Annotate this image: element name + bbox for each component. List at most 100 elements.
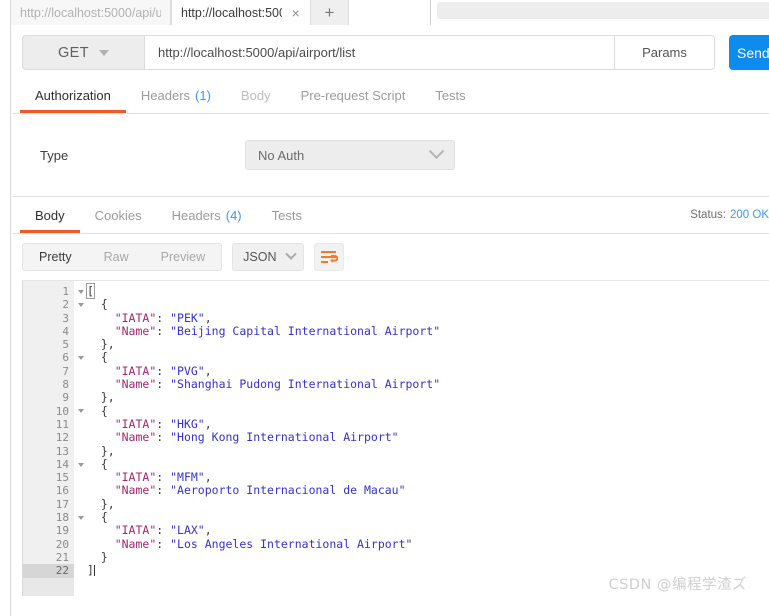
editor-line-number: 16 bbox=[55, 484, 69, 498]
url-value: http://localhost:5000/api/airport/list bbox=[158, 45, 356, 60]
editor-code-line: { bbox=[87, 510, 108, 525]
auth-type-label: Type bbox=[40, 147, 69, 163]
status-label: Status: bbox=[690, 209, 726, 221]
postman-window: http://localhost:5000/api/us http://loca… bbox=[0, 0, 769, 616]
response-format-value: JSON bbox=[243, 250, 277, 264]
fold-arrow-icon[interactable] bbox=[78, 515, 84, 520]
fold-arrow-icon[interactable] bbox=[78, 409, 84, 414]
editor-code-line: "Name": "Hong Kong International Airport… bbox=[114, 430, 399, 445]
tabstrip-spacer bbox=[349, 0, 431, 25]
editor-code-line: "Name": "Shanghai Pudong International A… bbox=[114, 377, 441, 392]
editor-line-number: 9 bbox=[62, 391, 69, 405]
params-button[interactable]: Params bbox=[615, 35, 715, 70]
editor-line-number: 4 bbox=[62, 324, 69, 338]
request-tab-strip: http://localhost:5000/api/us http://loca… bbox=[0, 0, 769, 25]
right-panel-chip bbox=[437, 2, 769, 19]
response-body-editor[interactable]: 1 2 3 4 5 6 7 8 9 10 11 12 13 14 15 16 17 18 19 20 21 22 [ { … bbox=[22, 280, 769, 596]
plus-icon: + bbox=[324, 3, 335, 22]
response-tab-cookies[interactable]: Cookies bbox=[80, 200, 157, 233]
request-tab-active[interactable]: http://localhost:5000/ × bbox=[171, 0, 311, 25]
http-method-label: GET bbox=[57, 44, 89, 61]
response-viewer-toolbar: Pretty Raw Preview JSON bbox=[12, 234, 769, 280]
response-tab-headers[interactable]: Headers (4) bbox=[157, 200, 257, 233]
editor-code-line: { bbox=[87, 456, 108, 471]
editor-code-line: { bbox=[87, 350, 108, 365]
editor-line-number: 11 bbox=[55, 417, 69, 431]
tab-pre-request-script[interactable]: Pre-request Script bbox=[286, 80, 421, 113]
editor-code-line: "IATA": "HKG", bbox=[114, 416, 212, 431]
chevron-down-icon bbox=[285, 248, 297, 260]
word-wrap-button[interactable] bbox=[314, 243, 345, 271]
editor-line-number: 3 bbox=[62, 311, 69, 325]
auth-type-select[interactable]: No Auth bbox=[245, 140, 455, 170]
editor-code-line: }, bbox=[87, 337, 115, 352]
response-format-select[interactable]: JSON bbox=[232, 243, 305, 271]
editor-line-number: 19 bbox=[55, 524, 69, 538]
tab-label: Tests bbox=[435, 87, 466, 103]
tabstrip-right-panel bbox=[431, 0, 769, 25]
fold-arrow-icon[interactable] bbox=[78, 289, 84, 294]
editor-code-line: "Name": "Los Angeles International Airpo… bbox=[114, 536, 413, 551]
editor-code-line: }, bbox=[87, 390, 115, 405]
editor-line-number: 8 bbox=[62, 378, 69, 392]
editor-code-line: } bbox=[87, 549, 108, 564]
view-mode-label: Pretty bbox=[39, 250, 72, 264]
tab-body[interactable]: Body bbox=[226, 80, 286, 113]
url-input[interactable]: http://localhost:5000/api/airport/list bbox=[144, 35, 615, 70]
editor-line-number: 20 bbox=[55, 537, 69, 551]
fold-arrow-icon[interactable] bbox=[78, 462, 84, 467]
editor-code-line: "Name": "Beijing Capital International A… bbox=[114, 323, 441, 338]
request-tab-label: http://localhost:5000/ bbox=[181, 5, 282, 20]
view-mode-preview[interactable]: Preview bbox=[145, 244, 221, 270]
tab-label: Tests bbox=[271, 207, 302, 223]
response-tab-tests[interactable]: Tests bbox=[257, 200, 317, 233]
editor-code-line: { bbox=[87, 403, 108, 418]
editor-line-number: 7 bbox=[62, 364, 69, 378]
http-method-select[interactable]: GET bbox=[22, 35, 144, 70]
editor-code-line: [ bbox=[86, 283, 95, 299]
editor-line-number: 22 bbox=[22, 564, 74, 578]
tab-count-badge: (1) bbox=[195, 87, 211, 103]
tab-count-badge: (4) bbox=[225, 207, 242, 223]
editor-code-line: "IATA": "LAX", bbox=[114, 523, 212, 538]
editor-code-line: "Name": "Aeroporto Internacional de Maca… bbox=[114, 483, 406, 498]
main-content: GET http://localhost:5000/api/airport/li… bbox=[12, 25, 769, 616]
tab-label: Pre-request Script bbox=[300, 87, 406, 103]
watermark: CSDN @编程学渣ズ bbox=[608, 577, 747, 593]
editor-line-number: 1 bbox=[22, 285, 84, 298]
auth-type-value: No Auth bbox=[258, 147, 305, 163]
close-icon[interactable]: × bbox=[290, 6, 301, 20]
left-rail-top bbox=[0, 0, 11, 25]
view-mode-group: Pretty Raw Preview bbox=[22, 243, 223, 271]
fold-arrow-icon[interactable] bbox=[78, 356, 84, 361]
fold-arrow-icon[interactable] bbox=[78, 302, 84, 307]
editor-line-number: 12 bbox=[55, 431, 69, 445]
editor-line-number: 6 bbox=[22, 351, 84, 364]
editor-code-line: }, bbox=[87, 496, 115, 511]
tab-headers[interactable]: Headers (1) bbox=[126, 80, 226, 113]
tab-label: Authorization bbox=[35, 87, 111, 103]
tab-authorization[interactable]: Authorization bbox=[20, 80, 126, 113]
new-tab-button[interactable]: + bbox=[311, 0, 349, 25]
editor-line-number: 13 bbox=[55, 444, 69, 458]
send-label: Send bbox=[737, 44, 769, 61]
editor-line-number: 17 bbox=[55, 497, 69, 511]
send-button[interactable]: Send bbox=[729, 35, 769, 70]
editor-code-line: }, bbox=[87, 443, 115, 458]
editor-line-number: 2 bbox=[22, 298, 84, 311]
tab-label: Headers bbox=[171, 207, 221, 223]
authorization-panel: Type No Auth bbox=[12, 114, 769, 197]
word-wrap-icon bbox=[320, 250, 338, 263]
request-tab-inactive[interactable]: http://localhost:5000/api/us bbox=[11, 0, 171, 25]
tab-label: Cookies bbox=[94, 207, 142, 223]
tab-tests[interactable]: Tests bbox=[420, 80, 480, 113]
view-mode-pretty[interactable]: Pretty bbox=[23, 244, 88, 270]
view-mode-raw[interactable]: Raw bbox=[88, 244, 145, 270]
editor-code-line: "IATA": "MFM", bbox=[114, 470, 212, 485]
params-label: Params bbox=[642, 45, 687, 60]
view-mode-label: Preview bbox=[160, 250, 206, 264]
request-url-bar: GET http://localhost:5000/api/airport/li… bbox=[12, 25, 769, 80]
editor-code-line: { bbox=[87, 297, 108, 312]
editor-code-area[interactable]: [ { "IATA": "PEK", "Name": "Beijing Capi… bbox=[74, 281, 769, 596]
response-tab-body[interactable]: Body bbox=[20, 200, 80, 233]
